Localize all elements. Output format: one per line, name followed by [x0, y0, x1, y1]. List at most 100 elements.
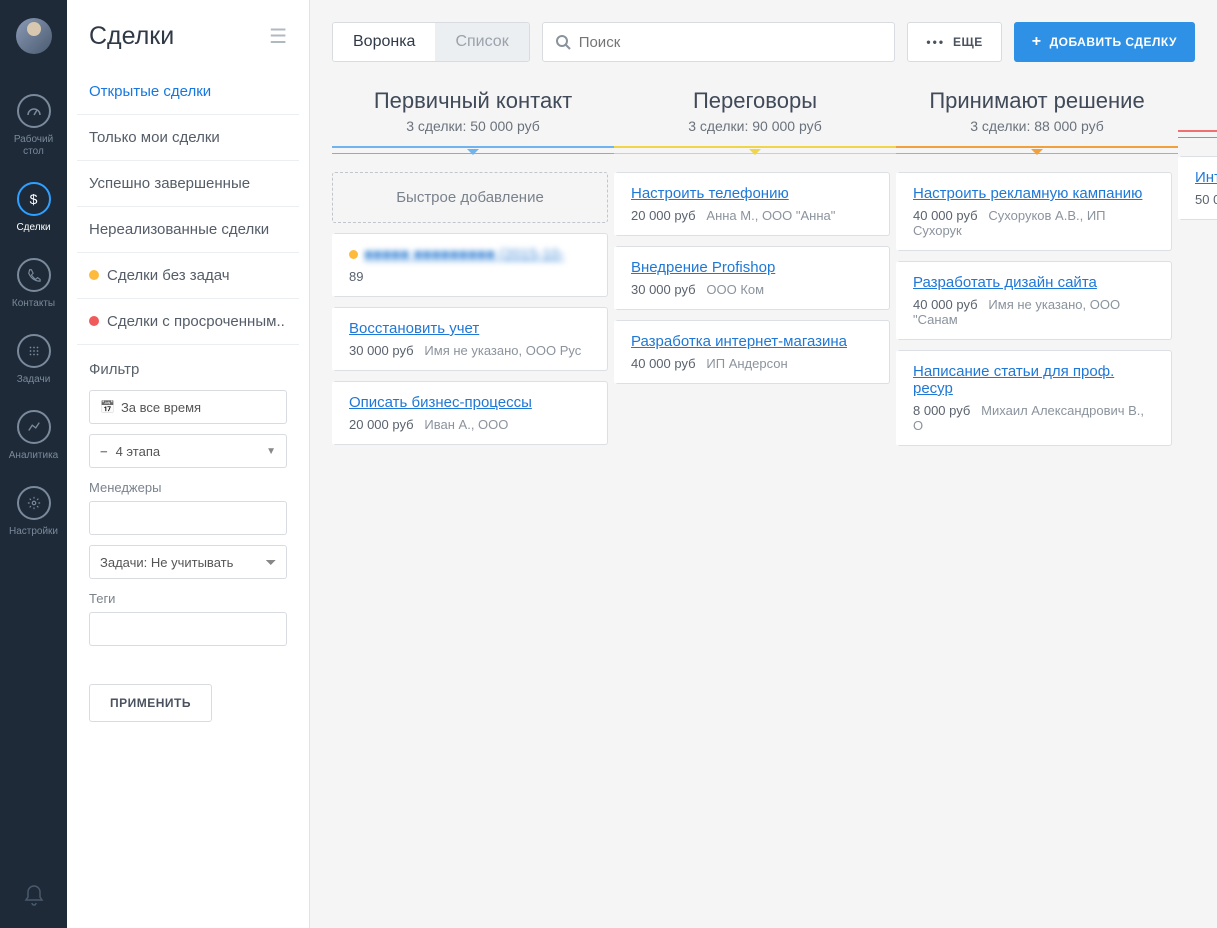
filter-item[interactable]: Нереализованные сделки: [77, 207, 299, 253]
card-title: Настроить телефонию: [631, 185, 789, 202]
more-button[interactable]: •••ЕЩЕ: [907, 22, 1001, 62]
main-content: Воронка Список •••ЕЩЕ +ДОБАВИТЬ СДЕЛКУ П…: [310, 0, 1217, 928]
column-bar: [332, 146, 614, 154]
card-price: 30 000 руб: [349, 343, 414, 358]
deal-card[interactable]: Восстановить учет 30 000 руб Имя не указа…: [332, 307, 608, 371]
card-title: Восстановить учет: [349, 320, 479, 337]
nav-deals[interactable]: $ Сделки: [0, 172, 67, 248]
deal-card[interactable]: Внедрение Profishop 30 000 руб ООО Ком: [614, 246, 890, 310]
nav-analytics[interactable]: Аналитика: [0, 400, 67, 476]
deal-card[interactable]: Настроить телефонию 20 000 руб Анна М., О…: [614, 172, 890, 236]
card-title: ■■■■■ ■■■■■■■■■ (2015-10-: [364, 246, 564, 263]
column-title: Переговоры: [614, 88, 896, 114]
stages-filter[interactable]: 4 этапа▼: [89, 434, 287, 468]
kanban-column: Первичный контакт 3 сделки: 50 000 руб Быс…: [332, 80, 614, 456]
card-title: Разработать дизайн сайта: [913, 274, 1097, 291]
plus-icon: +: [1032, 33, 1042, 51]
dollar-icon: $: [17, 182, 51, 216]
filter-item[interactable]: Успешно завершенные: [77, 161, 299, 207]
column-bar: [896, 146, 1178, 154]
toolbar: Воронка Список •••ЕЩЕ +ДОБАВИТЬ СДЕЛКУ: [310, 0, 1217, 80]
card-title: Инт: [1195, 169, 1217, 186]
apply-button[interactable]: ПРИМЕНИТЬ: [89, 684, 212, 722]
card-price: 40 000 руб: [913, 297, 978, 312]
tags-label: Теги: [89, 591, 287, 606]
filter-item[interactable]: Сделки с просроченным..: [77, 299, 299, 345]
nav-contacts[interactable]: Контакты: [0, 248, 67, 324]
filter-item-label: Только мои сделки: [89, 129, 220, 146]
left-nav: Рабочий стол $ Сделки Контакты Задачи Ан…: [0, 0, 67, 928]
deal-card[interactable]: Разработка интернет-магазина 40 000 руб И…: [614, 320, 890, 384]
filter-item[interactable]: Только мои сделки: [77, 115, 299, 161]
deal-card[interactable]: Разработать дизайн сайта40 000 руб Имя н…: [896, 261, 1172, 340]
calendar-icon: [17, 334, 51, 368]
card-price: 50 0: [1195, 192, 1217, 207]
status-dot-icon: [349, 250, 358, 259]
date-filter[interactable]: За все время: [89, 390, 287, 424]
kanban-column: Со Инт 50 0: [1178, 80, 1217, 456]
column-subtitle: 3 сделки: 90 000 руб: [614, 118, 896, 134]
managers-label: Менеджеры: [89, 480, 287, 495]
add-deal-button[interactable]: +ДОБАВИТЬ СДЕЛКУ: [1014, 22, 1195, 62]
card-price: 40 000 руб: [913, 208, 978, 223]
column-subtitle: 3 сделки: 50 000 руб: [332, 118, 614, 134]
card-price: 8 000 руб: [913, 403, 970, 418]
column-title: Со: [1178, 88, 1217, 114]
tasks-filter[interactable]: Задачи: Не учитывать: [89, 545, 287, 579]
card-title: Внедрение Profishop: [631, 259, 775, 276]
filter-item-label: Сделки без задач: [107, 267, 230, 284]
column-title: Первичный контакт: [332, 88, 614, 114]
kanban-board: Первичный контакт 3 сделки: 50 000 руб Быс…: [310, 80, 1217, 456]
avatar[interactable]: [16, 18, 52, 54]
gear-icon: [17, 486, 51, 520]
managers-input[interactable]: [89, 501, 287, 535]
card-contact: Имя не указано, ООО Рус: [424, 343, 581, 358]
card-price: 30 000 руб: [631, 282, 696, 297]
hamburger-icon[interactable]: ☰: [269, 24, 287, 49]
column-bar: [1178, 130, 1217, 138]
card-title: Описать бизнес-процессы: [349, 394, 532, 411]
quick-add-card[interactable]: Быстрое добавление: [332, 172, 608, 223]
card-price: 89: [349, 269, 363, 284]
search-icon: [555, 34, 571, 50]
card-contact: ООО Ком: [706, 282, 764, 297]
card-contact: ИП Андерсон: [706, 356, 787, 371]
card-contact: Анна М., ООО "Анна": [706, 208, 835, 223]
chart-icon: [17, 410, 51, 444]
filter-item[interactable]: Открытые сделки: [77, 69, 299, 115]
filter-heading: Фильтр: [89, 361, 287, 378]
card-price: 40 000 руб: [631, 356, 696, 371]
sidebar: Сделки ☰ Открытые сделкиТолько мои сделк…: [67, 0, 310, 928]
bell-icon[interactable]: [22, 884, 46, 908]
card-title: Разработка интернет-магазина: [631, 333, 847, 350]
filter-item[interactable]: Сделки без задач: [77, 253, 299, 299]
tab-funnel[interactable]: Воронка: [333, 23, 435, 61]
nav-settings[interactable]: Настройки: [0, 476, 67, 552]
card-price: 20 000 руб: [349, 417, 414, 432]
column-subtitle: 3 сделки: 88 000 руб: [896, 118, 1178, 134]
deal-card[interactable]: Написание статьи для проф. ресур8 000 ру…: [896, 350, 1172, 446]
filter-item-label: Успешно завершенные: [89, 175, 250, 192]
nav-bottom: [22, 864, 46, 928]
search-input[interactable]: [579, 34, 883, 51]
kanban-column: Принимают решение 3 сделки: 88 000 руб Нас…: [896, 80, 1178, 456]
column-title: Принимают решение: [896, 88, 1178, 114]
filter-item-label: Сделки с просроченным..: [107, 313, 285, 330]
deal-card[interactable]: Инт 50 0: [1178, 156, 1217, 220]
deal-card[interactable]: ■■■■■ ■■■■■■■■■ (2015-10-89: [332, 233, 608, 297]
status-dot-icon: [89, 316, 99, 326]
dots-icon: •••: [926, 35, 945, 49]
card-title: Настроить рекламную кампанию: [913, 185, 1142, 202]
phone-icon: [17, 258, 51, 292]
tags-input[interactable]: [89, 612, 287, 646]
search-box[interactable]: [542, 22, 896, 62]
deal-card[interactable]: Описать бизнес-процессы 20 000 руб Иван А…: [332, 381, 608, 445]
deal-card[interactable]: Настроить рекламную кампанию40 000 руб С…: [896, 172, 1172, 251]
tab-list[interactable]: Список: [435, 23, 528, 61]
kanban-column: Переговоры 3 сделки: 90 000 руб Настроить …: [614, 80, 896, 456]
nav-tasks[interactable]: Задачи: [0, 324, 67, 400]
view-tabs: Воронка Список: [332, 22, 530, 62]
card-price: 20 000 руб: [631, 208, 696, 223]
nav-desktop[interactable]: Рабочий стол: [0, 84, 67, 172]
card-contact: Иван А., ООО: [424, 417, 508, 432]
